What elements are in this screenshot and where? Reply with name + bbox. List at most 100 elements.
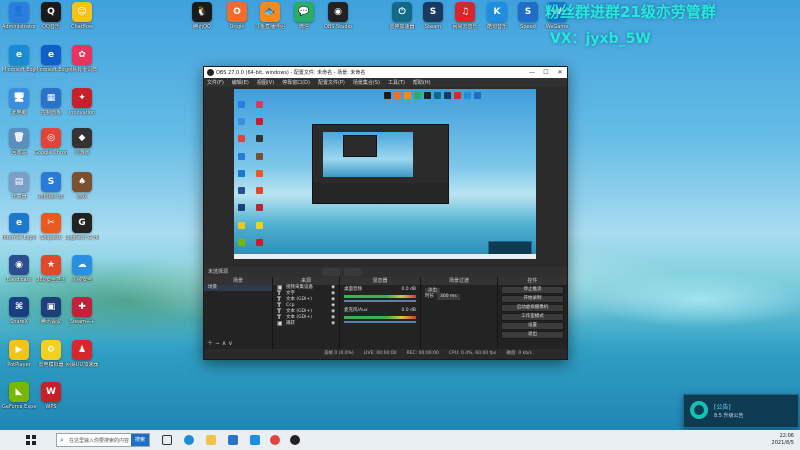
obs-menu-item[interactable]: 停靠窗口(D) xyxy=(282,79,310,86)
desktop-icon[interactable]: ◎ Google Chrome xyxy=(34,128,68,156)
control-button[interactable]: 停止推流 xyxy=(501,286,564,294)
properties-gear-icon[interactable] xyxy=(322,268,340,276)
desktop-icon[interactable]: 🗑 回收站 xyxy=(2,128,36,156)
control-button[interactable]: 退出 xyxy=(501,331,564,339)
notification-title: [公告] xyxy=(714,404,731,411)
desktop-icon[interactable]: O Origin xyxy=(220,2,254,30)
remove-scene-icon[interactable]: − xyxy=(215,340,220,347)
desktop-icon[interactable]: 👤 Administrator xyxy=(2,2,36,30)
desktop-icon-label: Administrator xyxy=(2,24,36,30)
minimize-icon[interactable]: — xyxy=(525,69,539,76)
control-button[interactable]: 工作室模式 xyxy=(501,313,564,321)
scenes-panel: 场景 场景 ＋ − ∧ ∨ xyxy=(204,277,273,349)
source-item[interactable]: ▣ 捕获 ◉ xyxy=(273,321,339,327)
desktop-app-icon: W xyxy=(41,382,61,402)
desktop-icon[interactable]: G Logitech G HUB xyxy=(65,213,99,241)
transition-duration[interactable]: 时长 300 ms xyxy=(421,294,497,300)
desktop-icon[interactable]: ▦ 控制面板 xyxy=(34,88,68,116)
desktop-app-icon: S xyxy=(41,172,61,192)
controls-list: 停止推流 开始录制 启动虚拟摄像机 工作室模式 设置 退出 xyxy=(498,286,567,339)
taskbar-search-button[interactable]: 搜索 xyxy=(131,434,149,446)
desktop-icon[interactable]: 💬 微信 xyxy=(287,2,321,30)
source-name: 捕获 xyxy=(286,321,295,326)
desktop-icon[interactable]: ♠ 游戏 xyxy=(65,172,99,200)
move-down-icon[interactable]: ∨ xyxy=(228,340,232,347)
control-button[interactable]: 设置 xyxy=(501,322,564,330)
desktop-icon[interactable]: ♟ 网易UU加速器 xyxy=(65,340,99,368)
desktop-icon-label: 酷狗音乐 xyxy=(486,24,507,30)
desktop-icon[interactable]: ☺ Chatflow xyxy=(65,2,99,30)
file-explorer-icon[interactable] xyxy=(206,435,216,445)
control-button[interactable]: 启动虚拟摄像机 xyxy=(501,304,564,312)
add-scene-icon[interactable]: ＋ xyxy=(207,340,213,347)
obs-menu-item[interactable]: 场景集合(S) xyxy=(353,79,380,86)
obs-window[interactable]: OBS 27.0.0 (64-bit, windows) - 配置文件: 未命名… xyxy=(203,66,568,360)
desktop-icon[interactable]: 🐟 斗鱼直播伴侣 xyxy=(253,2,287,30)
desktop-icon[interactable]: ☁ 火绒安全 xyxy=(65,255,99,283)
volume-slider[interactable] xyxy=(344,321,416,323)
system-clock[interactable]: 22:06 2021/8/5 xyxy=(772,433,794,447)
desktop-icon[interactable]: ◉ OBS Studio xyxy=(321,2,355,30)
volume-slider[interactable] xyxy=(344,300,416,302)
obs-menu-item[interactable]: 工具(T) xyxy=(388,79,405,86)
desktop-icon[interactable]: e Microsoft Edge xyxy=(34,45,68,73)
mini-icon xyxy=(474,92,481,99)
desktop-icon[interactable]: ✂ Snipaste xyxy=(34,213,68,241)
task-view-icon[interactable] xyxy=(162,435,172,445)
obs-menu-item[interactable]: 配置文件(P) xyxy=(318,79,345,86)
desktop-icon[interactable]: 🖥 此电脑 xyxy=(2,88,36,116)
desktop-icon[interactable]: 🐧 腾讯QQ xyxy=(185,2,219,30)
close-icon[interactable]: ✕ xyxy=(553,69,567,76)
desktop-icon[interactable]: ▶ PotPlayer xyxy=(2,340,36,368)
obs-menu-item[interactable]: 视图(V) xyxy=(257,79,274,86)
obs-taskbar-icon[interactable] xyxy=(290,435,300,445)
scene-item[interactable]: 场景 xyxy=(204,285,272,291)
desktop-icon[interactable]: ▤ 计算器 xyxy=(2,172,36,200)
desktop-icon[interactable]: ⚙ 雷电模拟器 xyxy=(34,340,68,368)
desktop-icon[interactable]: ◣ GeForce Experience xyxy=(2,382,36,410)
obs-menu-item[interactable]: 帮助(H) xyxy=(413,79,431,86)
desktop-icon-label: 小游戏 xyxy=(74,150,90,156)
desktop-icon[interactable]: S 搜狗输入法 xyxy=(34,172,68,200)
desktop-app-icon: ♫ xyxy=(455,2,475,22)
desktop-icon[interactable]: ✚ Steam++ xyxy=(65,297,99,325)
desktop-icon[interactable]: ★ 360安全卫士 xyxy=(34,255,68,283)
desktop-icon-label: GeForce Experience xyxy=(2,404,36,410)
desktop-icon[interactable]: K 酷狗音乐 xyxy=(480,2,514,30)
mini-icon xyxy=(404,92,411,99)
desktop-app-icon: ▦ xyxy=(41,88,61,108)
move-up-icon[interactable]: ∧ xyxy=(222,340,226,347)
obs-title-text: OBS 27.0.0 (64-bit, windows) - 配置文件: 未命名… xyxy=(216,70,366,76)
scenes-header: 场景 xyxy=(204,277,272,285)
visibility-eye-icon[interactable]: ◉ xyxy=(331,321,335,327)
desktop-icon[interactable]: S Steam xyxy=(416,2,450,30)
security-icon[interactable] xyxy=(250,435,260,445)
desktop-icon[interactable]: e Microsoft Edge xyxy=(2,45,36,73)
desktop-icon[interactable]: ♫ 网易云音乐 xyxy=(448,2,482,30)
notification-popup[interactable]: [公告] 8.5 升级公告 xyxy=(683,394,799,428)
filters-icon[interactable] xyxy=(344,268,362,276)
edge-icon[interactable] xyxy=(184,435,194,445)
mini-icon xyxy=(238,238,245,246)
mixer-channel: 桌面音频 0.0 dB xyxy=(340,285,420,306)
desktop-icon[interactable]: ⏻ 雷神加速器 xyxy=(385,2,419,30)
desktop-icon[interactable]: W WPS xyxy=(34,382,68,410)
mixer-panel: 混音器 桌面音频 0.0 dB 麦克风/Aux 0.0 dB xyxy=(340,277,421,349)
obs-menu-item[interactable]: 文件(F) xyxy=(207,79,224,86)
store-icon[interactable] xyxy=(228,435,238,445)
obs-preview[interactable] xyxy=(234,89,536,259)
maximize-icon[interactable]: ☐ xyxy=(539,69,553,76)
chrome-icon[interactable] xyxy=(270,435,280,445)
mixer-channel: 麦克风/Aux 0.0 dB xyxy=(340,306,420,327)
control-button[interactable]: 开始录制 xyxy=(501,295,564,303)
desktop-icon[interactable]: ⌘ ShareX xyxy=(2,297,36,325)
desktop-icon[interactable]: ◉ Bandicam xyxy=(2,255,36,283)
desktop-icon[interactable]: ▣ 腾讯会议 xyxy=(34,297,68,325)
desktop-icon[interactable]: e Internet Explorer xyxy=(2,213,36,241)
obs-menu-item[interactable]: 编辑(E) xyxy=(232,79,249,86)
obs-title-bar[interactable]: OBS 27.0.0 (64-bit, windows) - 配置文件: 未命名… xyxy=(204,67,567,78)
desktop-icon[interactable]: ◆ 小游戏 xyxy=(65,128,99,156)
desktop-icon[interactable]: ✦ Innovation xyxy=(65,88,99,116)
desktop-icon[interactable]: ✿ 网易有道词典 xyxy=(65,45,99,73)
desktop-icon[interactable]: Q QQ音乐 xyxy=(34,2,68,30)
